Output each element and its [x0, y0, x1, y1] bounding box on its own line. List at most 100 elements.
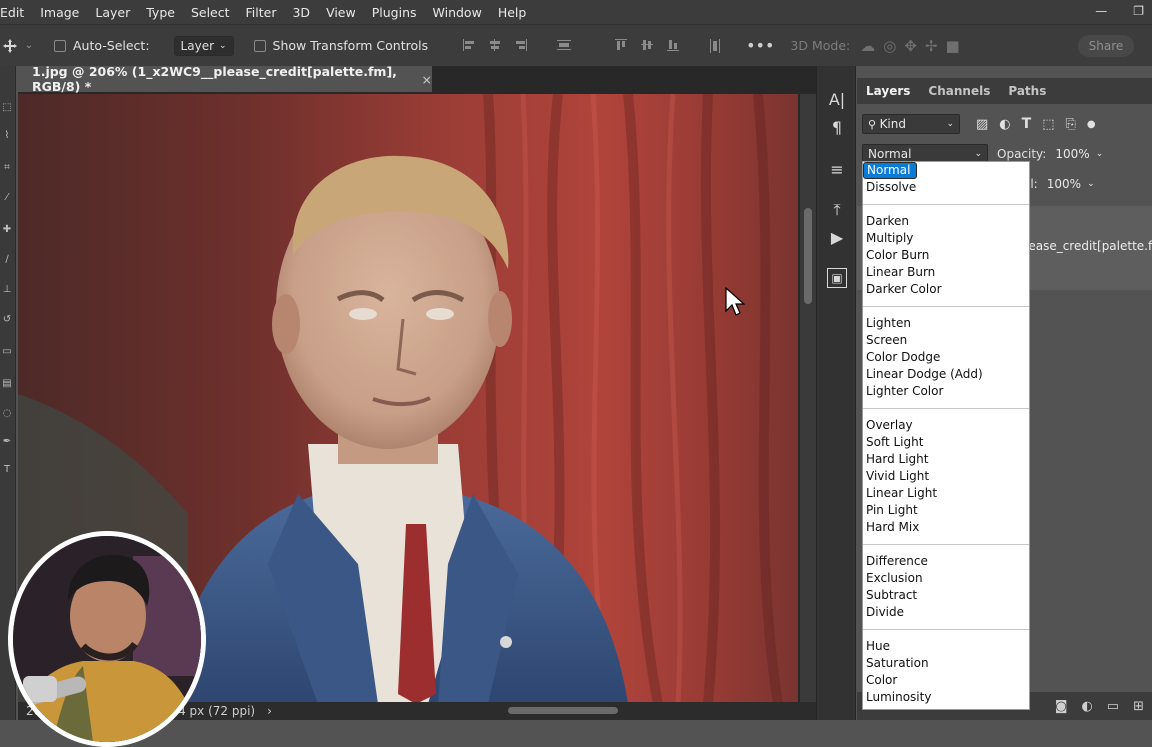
heal-tool-icon[interactable]: ✚: [0, 224, 14, 236]
horizontal-scroll-thumb[interactable]: [508, 707, 618, 714]
menu-3d[interactable]: 3D: [284, 5, 318, 20]
show-transform-checkbox[interactable]: [253, 39, 266, 52]
close-tab-icon[interactable]: ×: [422, 72, 432, 87]
filter-adjustment-icon[interactable]: ◐: [999, 117, 1010, 132]
blend-option-linear-light[interactable]: Linear Light: [863, 485, 1029, 502]
blend-option-dissolve[interactable]: Dissolve: [863, 179, 1029, 196]
blend-mode-value: Normal: [868, 147, 912, 161]
play-icon[interactable]: ▶: [827, 228, 847, 248]
tab-paths[interactable]: Paths: [999, 84, 1055, 98]
blend-option-normal[interactable]: Normal: [863, 162, 918, 179]
blend-option-hue[interactable]: Hue: [863, 638, 1029, 655]
3d-mode-label: 3D Mode:: [790, 38, 851, 53]
layer-name[interactable]: lease_credit[palette.fm]: [1025, 239, 1152, 253]
filter-kind-dropdown[interactable]: ⚲ Kind ⌄: [862, 114, 960, 134]
horizontal-scrollbar[interactable]: [278, 706, 798, 716]
menu-filter[interactable]: Filter: [238, 5, 285, 20]
blend-option-vivid-light[interactable]: Vivid Light: [863, 468, 1029, 485]
maximize-button[interactable]: ❐: [1133, 4, 1144, 18]
tab-layers[interactable]: Layers: [857, 84, 919, 98]
blend-option-subtract[interactable]: Subtract: [863, 587, 1029, 604]
marquee-tool-icon[interactable]: ⬚: [0, 102, 14, 114]
share-button[interactable]: Share: [1078, 35, 1134, 57]
blend-option-overlay[interactable]: Overlay: [863, 417, 1029, 434]
history-panel-icon[interactable]: ⤒: [827, 200, 847, 220]
menu-plugins[interactable]: Plugins: [364, 5, 425, 20]
menu-select[interactable]: Select: [183, 5, 238, 20]
blend-option-divide[interactable]: Divide: [863, 604, 1029, 621]
3d-roll-icon[interactable]: ◎: [883, 37, 896, 55]
filter-toggle-icon[interactable]: ●: [1087, 119, 1096, 130]
blend-option-darker-color[interactable]: Darker Color: [863, 281, 1029, 298]
paragraph-icon[interactable]: ¶: [827, 118, 847, 138]
blend-option-darken[interactable]: Darken: [863, 213, 1029, 230]
new-adjustment-icon[interactable]: ◐: [1081, 699, 1092, 714]
minimize-button[interactable]: —: [1095, 4, 1107, 18]
fill-field[interactable]: 100% ⌄: [1041, 174, 1100, 194]
chevron-down-icon[interactable]: ⌄: [18, 40, 40, 51]
character-panel-icon[interactable]: A|: [827, 90, 847, 110]
blend-option-pin-light[interactable]: Pin Light: [863, 502, 1029, 519]
filter-type-icon[interactable]: T: [1022, 116, 1032, 132]
auto-select-target-dropdown[interactable]: Layer ⌄: [173, 35, 234, 56]
blend-option-lighten[interactable]: Lighten: [863, 315, 1029, 332]
blend-option-soft-light[interactable]: Soft Light: [863, 434, 1029, 451]
blend-option-exclusion[interactable]: Exclusion: [863, 570, 1029, 587]
lasso-tool-icon[interactable]: ⌇: [0, 130, 14, 142]
crop-tool-icon[interactable]: ⌗: [0, 162, 14, 174]
type-tool-icon[interactable]: T: [0, 464, 14, 476]
blend-mode-menu: Normal Dissolve Darken Multiply Color Bu…: [862, 161, 1030, 710]
3d-video-icon[interactable]: ■: [946, 37, 960, 55]
menu-help[interactable]: Help: [490, 5, 535, 20]
opacity-field[interactable]: 100% ⌄: [1050, 144, 1109, 164]
properties-icon[interactable]: ▣: [827, 268, 847, 288]
auto-select-checkbox[interactable]: [54, 39, 66, 52]
3d-slide-icon[interactable]: ✢: [925, 37, 938, 55]
blend-option-color-burn[interactable]: Color Burn: [863, 247, 1029, 264]
filter-shape-icon[interactable]: ⬚: [1042, 117, 1054, 132]
document-tab[interactable]: 1.jpg @ 206% (1_x2WC9__please_credit[pal…: [18, 64, 432, 94]
3d-orbit-icon[interactable]: ☁: [860, 37, 875, 55]
adjust-icon[interactable]: ≡: [827, 160, 847, 180]
blend-option-color-dodge[interactable]: Color Dodge: [863, 349, 1029, 366]
align-icons[interactable]: [462, 38, 722, 54]
menu-image[interactable]: Image: [32, 5, 87, 20]
more-icon[interactable]: •••: [746, 36, 774, 55]
blend-option-screen[interactable]: Screen: [863, 332, 1029, 349]
blend-option-linear-burn[interactable]: Linear Burn: [863, 264, 1029, 281]
brush-tool-icon[interactable]: ∕: [0, 254, 14, 266]
blend-option-difference[interactable]: Difference: [863, 553, 1029, 570]
move-tool-icon[interactable]: [2, 38, 18, 53]
filter-pixel-icon[interactable]: ▨: [976, 117, 988, 132]
menu-window[interactable]: Window: [425, 5, 490, 20]
filter-smart-object-icon[interactable]: ⎘: [1066, 117, 1076, 132]
stamp-tool-icon[interactable]: ⊥: [0, 284, 14, 296]
add-mask-icon[interactable]: ◙: [1055, 699, 1068, 714]
blend-option-color[interactable]: Color: [863, 672, 1029, 689]
menu-type[interactable]: Type: [138, 5, 183, 20]
blend-option-multiply[interactable]: Multiply: [863, 230, 1029, 247]
tab-channels[interactable]: Channels: [919, 84, 999, 98]
3d-icons[interactable]: ☁ ◎ ✥ ✢ ■: [860, 37, 959, 55]
menu-edit[interactable]: Edit: [0, 5, 32, 20]
new-group-icon[interactable]: ▭: [1107, 699, 1119, 714]
status-menu-arrow[interactable]: ›: [267, 704, 272, 718]
blend-option-saturation[interactable]: Saturation: [863, 655, 1029, 672]
dodge-tool-icon[interactable]: ◌: [0, 408, 14, 420]
menu-view[interactable]: View: [318, 5, 364, 20]
blend-option-hard-light[interactable]: Hard Light: [863, 451, 1029, 468]
vertical-scroll-thumb[interactable]: [804, 208, 812, 304]
3d-drag-icon[interactable]: ✥: [904, 37, 917, 55]
eyedropper-tool-icon[interactable]: ⁄: [0, 192, 14, 204]
blend-option-lighter-color[interactable]: Lighter Color: [863, 383, 1029, 400]
blend-option-linear-dodge[interactable]: Linear Dodge (Add): [863, 366, 1029, 383]
blend-option-luminosity[interactable]: Luminosity: [863, 689, 1029, 706]
new-layer-icon[interactable]: ⊞: [1133, 699, 1144, 714]
eraser-tool-icon[interactable]: ▭: [0, 346, 14, 358]
gradient-tool-icon[interactable]: ▤: [0, 378, 14, 390]
menu-layer[interactable]: Layer: [87, 5, 138, 20]
blend-option-hard-mix[interactable]: Hard Mix: [863, 519, 1029, 536]
vertical-scrollbar[interactable]: [800, 94, 816, 704]
history-brush-icon[interactable]: ↺: [0, 314, 14, 326]
pen-tool-icon[interactable]: ✒: [0, 436, 14, 448]
